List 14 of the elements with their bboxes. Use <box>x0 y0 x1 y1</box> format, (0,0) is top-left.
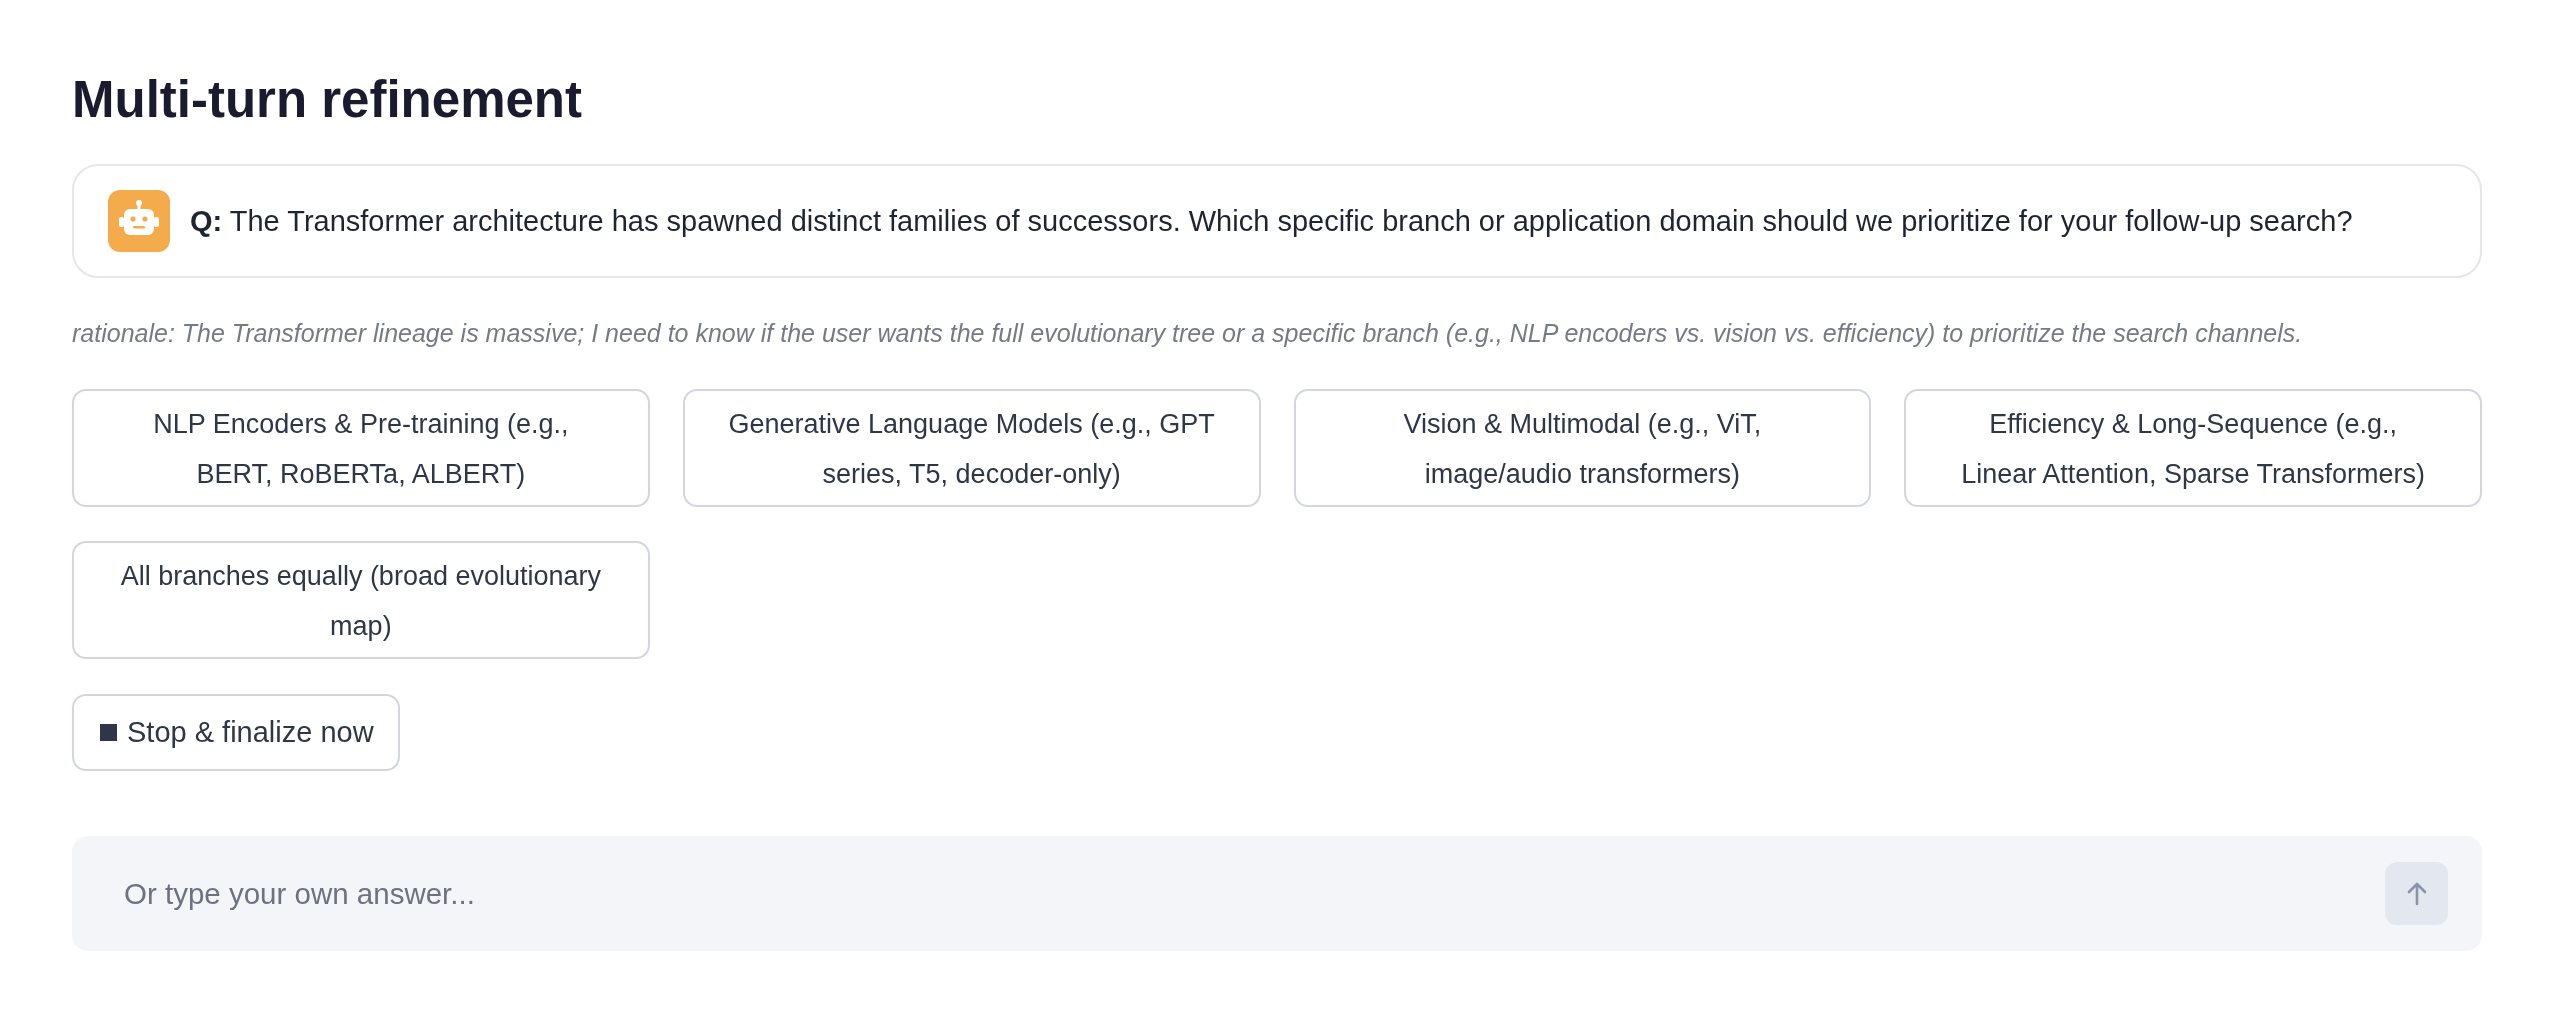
stop-icon <box>100 724 117 741</box>
stop-button[interactable]: Stop & finalize now <box>72 694 400 771</box>
answer-field[interactable]: Or type your own answer... <box>72 836 2482 951</box>
send-button[interactable] <box>2385 862 2448 925</box>
page-title: Multi-turn refinement <box>72 70 583 130</box>
arrow-up-icon <box>2405 881 2428 906</box>
robot-icon <box>108 190 170 252</box>
option-button[interactable]: Efficiency & Long-Sequence (e.g., Linear Attention, Sparse Transformers) <box>1904 389 2482 507</box>
rationale-text: rationale: The Transformer lineage is massive; I need to know if the user wants the full evolutionary tree or a specific branch (e.g., NLP encoders vs. vision vs. efficiency) to prioritize the search channels. <box>72 318 2304 348</box>
option-button[interactable]: Generative Language Models (e.g., GPT series, T5, decoder-only) <box>682 389 1261 507</box>
option-button[interactable]: NLP Encoders & Pre-training (e.g., BERT, RoBERTa, ALBERT) <box>72 389 650 507</box>
option-button[interactable]: All branches equally (broad evolutionary map) <box>72 541 650 659</box>
option-button[interactable]: Vision & Multimodal (e.g., ViT, image/audio transformers) <box>1293 389 1872 507</box>
question-text: Q: The Transformer architecture has spawned distinct families of successors. Which specific branch or application domain should we prioritize for your follow-up search? <box>190 204 2353 238</box>
